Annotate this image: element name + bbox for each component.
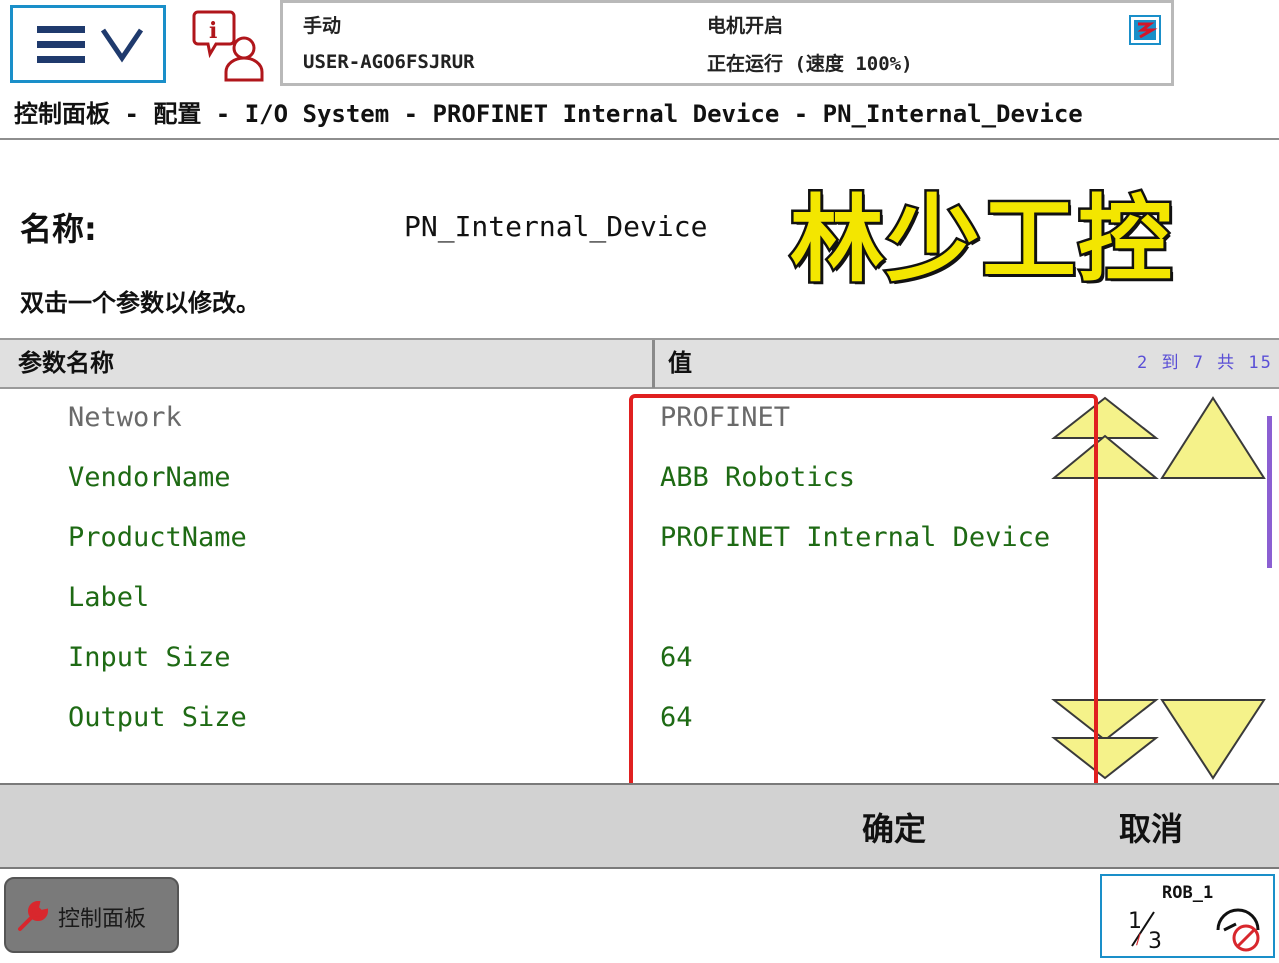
- action-bar: [0, 783, 1279, 869]
- edit-hint: 双击一个参数以修改。: [20, 289, 260, 317]
- scrollbar[interactable]: [1267, 416, 1272, 568]
- param-name: Input Size: [68, 642, 231, 673]
- status-flag-icon: [1129, 15, 1161, 49]
- quickset-robot[interactable]: ROB_1 1 3 /: [1100, 874, 1275, 958]
- param-name: Label: [68, 582, 150, 613]
- page-up-icon[interactable]: [1160, 396, 1268, 486]
- column-header-value: 值: [668, 349, 692, 377]
- task-control-panel-label: 控制面板: [58, 907, 147, 932]
- robot-name: ROB_1: [1162, 883, 1214, 903]
- column-divider[interactable]: [652, 340, 655, 388]
- task-control-panel[interactable]: 控制面板: [4, 877, 179, 953]
- param-name: ProductName: [68, 522, 247, 553]
- svg-text:/: /: [1136, 932, 1141, 948]
- main-menu-button[interactable]: [10, 5, 166, 83]
- watermark-logo: 林少工控: [787, 184, 1175, 298]
- status-panel[interactable]: 手动 USER-AGO6FSJRUR 电机开启 正在运行 (速度 100%): [280, 0, 1174, 86]
- param-name: Output Size: [68, 702, 247, 733]
- motor-state: 电机开启: [707, 15, 784, 37]
- highlight-frame: [629, 394, 1098, 794]
- page-down-icon[interactable]: [1160, 696, 1268, 786]
- column-header-param: 参数名称: [18, 349, 114, 377]
- param-name: Network: [68, 402, 182, 433]
- ok-button[interactable]: 确定: [862, 804, 926, 850]
- header-divider: [0, 138, 1279, 140]
- svg-text:i: i: [209, 18, 217, 44]
- chevron-down-icon: [100, 28, 144, 63]
- robot-mode-icon: [1216, 908, 1260, 952]
- operating-mode: 手动: [303, 15, 342, 37]
- row-pager: 2 到 7 共 15: [1137, 353, 1273, 373]
- menu-icon: [37, 26, 144, 63]
- name-label: 名称:: [20, 210, 97, 248]
- svg-text:3: 3: [1148, 929, 1162, 952]
- breadcrumb: 控制面板 - 配置 - I/O System - PROFINET Intern…: [14, 100, 1083, 128]
- svg-text:1: 1: [1128, 909, 1142, 934]
- controller-name: USER-AGO6FSJRUR: [303, 51, 475, 73]
- wrench-icon: [18, 900, 49, 931]
- run-state: 正在运行 (速度 100%): [707, 53, 913, 75]
- speed-fraction-icon: 1 3 /: [1128, 909, 1162, 952]
- info-user-icon[interactable]: i: [192, 8, 270, 88]
- table-header: [0, 338, 1279, 389]
- cancel-button[interactable]: 取消: [1119, 804, 1183, 850]
- param-name: VendorName: [68, 462, 231, 493]
- device-name-value: PN_Internal_Device: [404, 210, 708, 243]
